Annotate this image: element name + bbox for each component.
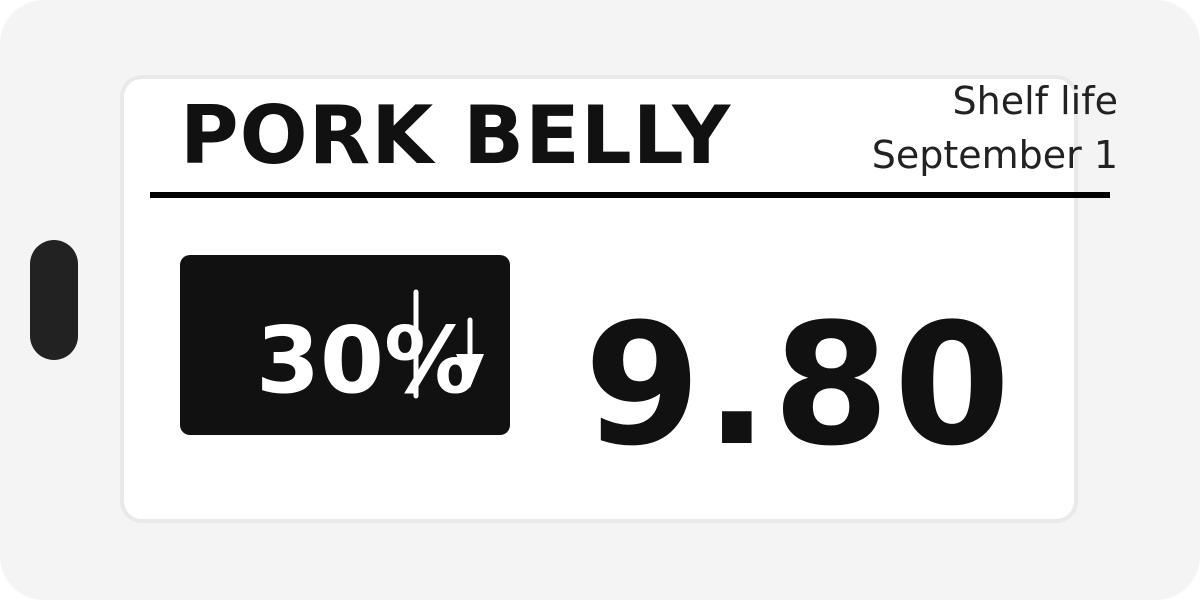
hanger-slot <box>30 240 78 360</box>
down-arrow-icon <box>413 289 484 399</box>
price-value: 9.80 <box>584 287 1015 483</box>
product-name: PORK BELLY <box>180 89 732 182</box>
shelf-life-block: Shelf life September 1 <box>872 74 1118 182</box>
divider-line <box>150 192 1110 198</box>
shelf-life-label: Shelf life <box>952 79 1118 123</box>
shelf-life-date: September 1 <box>871 133 1118 177</box>
